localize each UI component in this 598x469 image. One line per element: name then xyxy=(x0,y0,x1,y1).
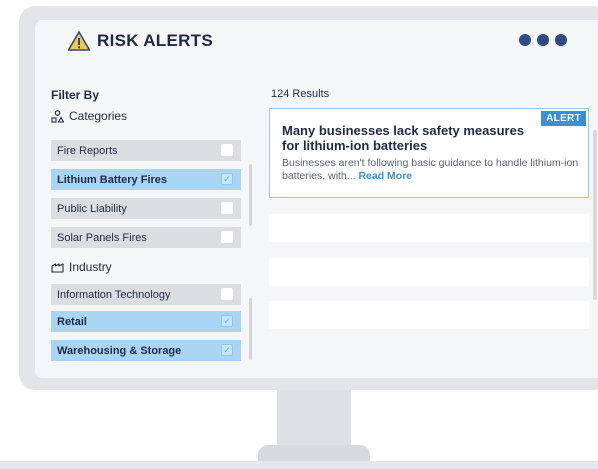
result-summary: Businesses aren't following basic guidan… xyxy=(282,157,582,183)
checkbox-checked[interactable]: ✓ xyxy=(221,344,233,356)
read-more-link[interactable]: Read More xyxy=(358,170,412,182)
checkbox[interactable] xyxy=(221,288,233,300)
result-placeholder xyxy=(269,301,589,329)
results-count: 124 Results xyxy=(271,88,330,100)
menu-dot xyxy=(555,34,567,46)
checkbox-checked[interactable]: ✓ xyxy=(221,173,233,185)
monitor-stand-base xyxy=(258,445,370,461)
results-scrollbar[interactable] xyxy=(593,130,597,300)
filter-item-public-liability[interactable]: Public Liability xyxy=(51,198,241,219)
monitor-stand-neck xyxy=(277,390,351,448)
categories-heading: Categories xyxy=(51,109,127,123)
checkbox[interactable] xyxy=(221,144,233,156)
categories-scrollbar[interactable] xyxy=(249,164,252,226)
categories-icon xyxy=(51,109,64,123)
industry-scrollbar[interactable] xyxy=(249,298,252,360)
result-placeholder xyxy=(269,214,589,242)
filter-item-fire-reports[interactable]: Fire Reports xyxy=(51,140,241,161)
app-screen: RISK ALERTS Filter By Categories Fire Re… xyxy=(35,20,598,378)
filter-item-lithium-battery-fires[interactable]: Lithium Battery Fires ✓ xyxy=(51,169,241,190)
alert-badge: ALERT xyxy=(541,111,586,126)
menu-dot xyxy=(537,34,549,46)
app-header: RISK ALERTS xyxy=(35,20,598,62)
result-headline[interactable]: Many businesses lack safety measures for… xyxy=(282,123,532,153)
floor-line xyxy=(0,461,598,469)
filter-item-label: Fire Reports xyxy=(57,144,118,157)
checkbox-checked[interactable]: ✓ xyxy=(221,315,233,327)
filter-item-label: Lithium Battery Fires xyxy=(57,173,168,186)
industry-heading: Industry xyxy=(51,260,112,274)
industry-heading-label: Industry xyxy=(69,260,112,274)
app-title-group: RISK ALERTS xyxy=(67,30,213,52)
filter-item-label: Warehousing & Storage xyxy=(57,344,182,357)
app-title: RISK ALERTS xyxy=(97,31,214,50)
result-card[interactable]: ALERT Many businesses lack safety measur… xyxy=(269,108,589,198)
more-dots-icon[interactable] xyxy=(519,34,567,46)
filter-item-information-technology[interactable]: Information Technology xyxy=(51,284,241,305)
filter-item-solar-panels-fires[interactable]: Solar Panels Fires xyxy=(51,227,241,248)
filter-item-warehousing-storage[interactable]: Warehousing & Storage ✓ xyxy=(51,340,241,361)
menu-dot xyxy=(519,34,531,46)
categories-heading-label: Categories xyxy=(69,109,128,123)
industry-icon xyxy=(51,263,64,273)
filter-item-retail[interactable]: Retail ✓ xyxy=(51,311,241,332)
warning-triangle-icon xyxy=(67,31,91,51)
result-placeholder xyxy=(269,258,589,286)
filter-title: Filter By xyxy=(51,88,100,102)
filter-item-label: Solar Panels Fires xyxy=(57,231,147,244)
result-summary-text: Businesses aren't following basic guidan… xyxy=(282,157,579,182)
filter-item-label: Public Liability xyxy=(57,202,127,215)
checkbox[interactable] xyxy=(221,231,233,243)
checkbox[interactable] xyxy=(221,202,233,214)
filter-item-label: Information Technology xyxy=(57,288,171,301)
filter-item-label: Retail xyxy=(57,315,87,328)
